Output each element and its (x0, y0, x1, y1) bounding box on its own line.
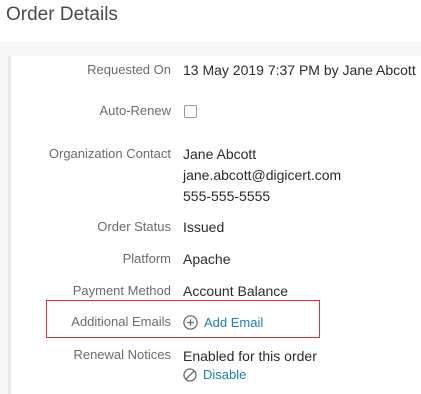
organization-contact-value: Jane Abcott jane.abcott@digicert.com 555… (183, 144, 341, 207)
renewal-notices-value: Enabled for this order Disable (183, 346, 317, 385)
ban-icon (183, 367, 197, 382)
details-list: Requested On 13 May 2019 7:37 PM by Jane… (8, 56, 421, 394)
renewal-notices-status: Enabled for this order (183, 348, 317, 364)
contact-phone: 555-555-5555 (183, 188, 271, 204)
disable-label: Disable (203, 367, 247, 382)
requested-on-label: Requested On (87, 62, 171, 77)
contact-name: Jane Abcott (183, 146, 257, 162)
order-status-label: Order Status (97, 219, 171, 234)
platform-value: Apache (183, 251, 231, 267)
order-status-value: Issued (183, 219, 225, 235)
auto-renew-label: Auto-Renew (99, 103, 171, 118)
renewal-notices-highlight (46, 300, 320, 338)
payment-method-value: Account Balance (183, 283, 289, 299)
requested-on-value: 13 May 2019 7:37 PM by Jane Abcott (183, 62, 416, 78)
contact-email: jane.abcott@digicert.com (183, 167, 342, 183)
payment-method-label: Payment Method (72, 283, 171, 298)
renewal-notices-label: Renewal Notices (73, 347, 171, 362)
order-details-panel: Requested On 13 May 2019 7:37 PM by Jane… (0, 42, 421, 394)
auto-renew-checkbox[interactable] (184, 105, 197, 118)
page-title: Order Details (6, 4, 118, 25)
organization-contact-label: Organization Contact (48, 146, 171, 161)
platform-label: Platform (122, 251, 171, 266)
disable-renewal-notices-link[interactable]: Disable (183, 367, 246, 382)
